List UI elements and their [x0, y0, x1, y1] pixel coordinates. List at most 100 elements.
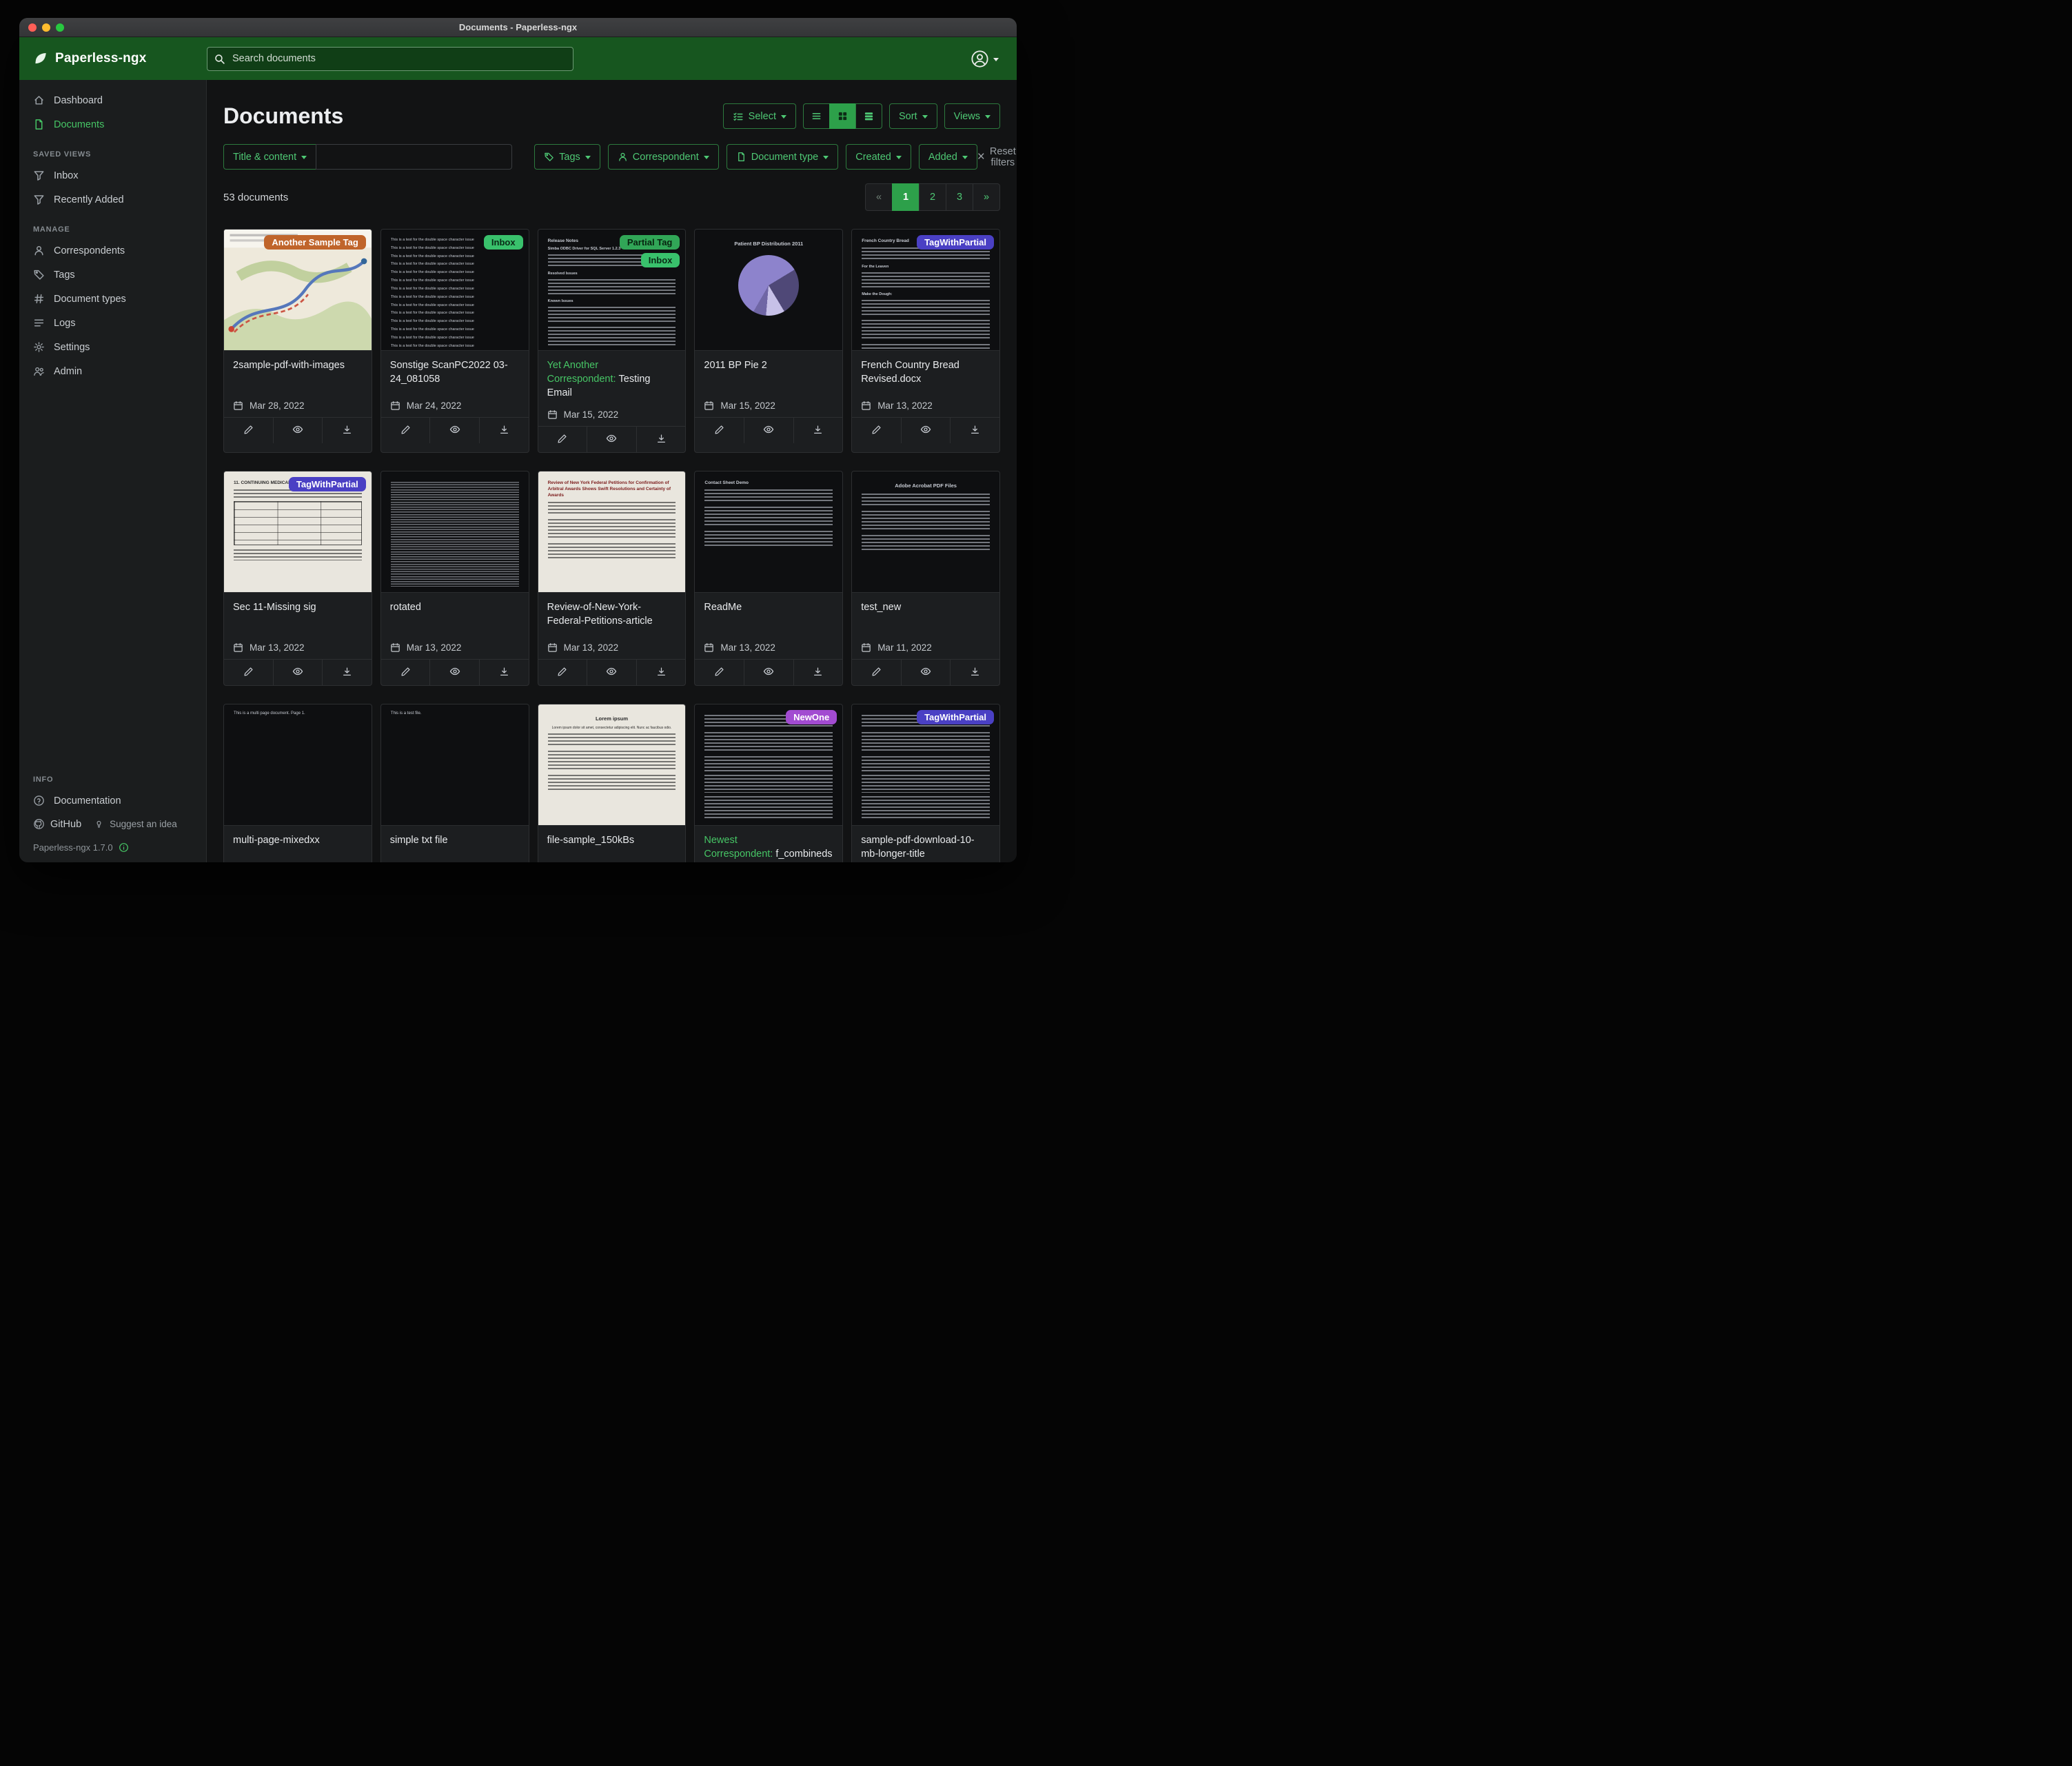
sidebar-item-documentation[interactable]: Documentation — [19, 789, 206, 813]
document-card[interactable]: Adobe Acrobat PDF Files test_new Mar 11,… — [851, 471, 1000, 686]
sidebar-item-settings[interactable]: Settings — [19, 335, 206, 359]
document-title-line[interactable]: 2011 BP Pie 2 — [704, 358, 833, 372]
edit-document-button[interactable] — [381, 418, 430, 443]
document-card[interactable]: Another Sample Tag 2sample-pdf-with-imag… — [223, 229, 372, 453]
view-document-button[interactable] — [429, 660, 479, 685]
document-thumbnail[interactable] — [381, 471, 529, 593]
brand[interactable]: Paperless-ngx — [19, 51, 207, 66]
correspondent-filter-button[interactable]: Correspondent — [608, 144, 719, 170]
document-thumbnail[interactable]: Lorem ipsumLorem ipsum dolor sit amet, c… — [538, 704, 686, 826]
grid-view-button[interactable] — [829, 103, 856, 129]
edit-document-button[interactable] — [381, 660, 430, 685]
tag-badge[interactable]: Inbox — [484, 235, 523, 250]
pagination-prev[interactable]: « — [865, 183, 893, 211]
tag-badge[interactable]: TagWithPartial — [289, 477, 366, 491]
document-correspondent[interactable]: Yet Another Correspondent: — [547, 360, 616, 385]
document-title[interactable]: simple txt file — [390, 835, 448, 846]
document-thumbnail[interactable]: Review of New York Federal Petitions for… — [538, 471, 686, 593]
pagination-next[interactable]: » — [973, 183, 1000, 211]
added-filter-button[interactable]: Added — [919, 144, 977, 170]
document-card[interactable]: TagWithPartial sample-pdf-download-10-mb… — [851, 704, 1000, 862]
document-title[interactable]: ReadMe — [704, 602, 742, 613]
sidebar-item-logs[interactable]: Logs — [19, 311, 206, 335]
pagination-page-1[interactable]: 1 — [892, 183, 920, 211]
tag-badge[interactable]: Inbox — [641, 253, 680, 267]
document-title[interactable]: French Country Bread Revised.docx — [861, 360, 959, 385]
document-thumbnail[interactable]: Adobe Acrobat PDF Files — [852, 471, 999, 593]
document-title-line[interactable]: Sec 11-Missing sig — [233, 600, 363, 614]
document-title-line[interactable]: ReadMe — [704, 600, 833, 614]
document-card[interactable]: This is a test file. simple txt file — [380, 704, 529, 862]
view-document-button[interactable] — [744, 660, 793, 685]
download-document-button[interactable] — [793, 418, 843, 443]
title-content-dropdown[interactable]: Title & content — [223, 144, 316, 170]
document-card[interactable]: This is a multi page document. Page 1. m… — [223, 704, 372, 862]
document-thumbnail[interactable]: This is a test for the double space char… — [381, 230, 529, 351]
sort-button[interactable]: Sort — [889, 103, 937, 129]
document-thumbnail[interactable]: This is a multi page document. Page 1. — [224, 704, 372, 826]
detail-view-button[interactable] — [855, 103, 882, 129]
global-search[interactable] — [207, 47, 573, 71]
document-type-filter-button[interactable]: Document type — [727, 144, 839, 170]
document-thumbnail[interactable]: Release NotesSimba ODBC Driver for SQL S… — [538, 230, 686, 351]
document-card[interactable]: Release NotesSimba ODBC Driver for SQL S… — [538, 229, 687, 453]
window-titlebar[interactable]: Documents - Paperless-ngx — [19, 18, 1017, 37]
document-title-line[interactable]: rotated — [390, 600, 520, 614]
download-document-button[interactable] — [479, 660, 529, 685]
document-card[interactable]: Contact Sheet Demo ReadMe Mar 13, 2022 — [694, 471, 843, 686]
reset-filters-button[interactable]: × Reset filters — [977, 146, 1016, 168]
document-card[interactable]: 11. CONTINUING MEDICAL EDUCA TagWithPart… — [223, 471, 372, 686]
edit-document-button[interactable] — [538, 660, 587, 685]
close-window-button[interactable] — [28, 23, 37, 32]
document-title[interactable]: multi-page-mixedxx — [233, 835, 320, 846]
edit-document-button[interactable] — [852, 660, 901, 685]
document-thumbnail[interactable]: Another Sample Tag — [224, 230, 372, 351]
download-document-button[interactable] — [636, 427, 686, 452]
tag-badge[interactable]: NewOne — [786, 710, 837, 724]
download-document-button[interactable] — [636, 660, 686, 685]
download-document-button[interactable] — [793, 660, 843, 685]
document-title-line[interactable]: 2sample-pdf-with-images — [233, 358, 363, 372]
document-title[interactable]: rotated — [390, 602, 421, 613]
user-menu[interactable] — [971, 50, 1017, 68]
sidebar-item-document-types[interactable]: Document types — [19, 287, 206, 311]
download-document-button[interactable] — [479, 418, 529, 443]
edit-document-button[interactable] — [852, 418, 901, 443]
download-document-button[interactable] — [950, 660, 999, 685]
document-correspondent[interactable]: Newest Correspondent: — [704, 835, 773, 860]
document-card[interactable]: NewOne Newest Correspondent:f_combineds — [694, 704, 843, 862]
document-title-line[interactable]: French Country Bread Revised.docx — [861, 358, 991, 386]
github-link[interactable]: GitHub — [33, 818, 81, 830]
document-thumbnail[interactable]: 11. CONTINUING MEDICAL EDUCA TagWithPart… — [224, 471, 372, 593]
download-document-button[interactable] — [950, 418, 999, 443]
tags-filter-button[interactable]: Tags — [534, 144, 600, 170]
document-card[interactable]: Review of New York Federal Petitions for… — [538, 471, 687, 686]
view-document-button[interactable] — [744, 418, 793, 443]
view-document-button[interactable] — [587, 427, 636, 452]
download-document-button[interactable] — [322, 660, 372, 685]
view-document-button[interactable] — [901, 660, 951, 685]
sidebar-item-dashboard[interactable]: Dashboard — [19, 88, 206, 112]
document-title[interactable]: sample-pdf-download-10-mb-longer-title — [861, 835, 974, 860]
sidebar-item-documents[interactable]: Documents — [19, 112, 206, 136]
suggest-idea-link[interactable]: Suggest an idea — [94, 819, 177, 829]
document-card[interactable]: Patient BP Distribution 2011 2011 BP Pie… — [694, 229, 843, 453]
sidebar-item-tags[interactable]: Tags — [19, 263, 206, 287]
pagination-page-2[interactable]: 2 — [919, 183, 946, 211]
pagination-page-3[interactable]: 3 — [946, 183, 973, 211]
edit-document-button[interactable] — [224, 660, 273, 685]
sidebar-item-recently-added[interactable]: Recently Added — [19, 187, 206, 212]
search-input[interactable] — [207, 47, 573, 71]
document-thumbnail[interactable]: Patient BP Distribution 2011 — [695, 230, 842, 351]
view-document-button[interactable] — [587, 660, 636, 685]
document-title[interactable]: file-sample_150kBs — [547, 835, 635, 846]
views-button[interactable]: Views — [944, 103, 1000, 129]
document-title-line[interactable]: simple txt file — [390, 833, 520, 847]
document-title[interactable]: 2sample-pdf-with-images — [233, 360, 345, 371]
info-circle-icon[interactable] — [119, 842, 129, 853]
edit-document-button[interactable] — [695, 418, 744, 443]
document-title[interactable]: test_new — [861, 602, 901, 613]
document-thumbnail[interactable]: This is a test file. — [381, 704, 529, 826]
zoom-window-button[interactable] — [56, 23, 64, 32]
sidebar-item-correspondents[interactable]: Correspondents — [19, 238, 206, 263]
